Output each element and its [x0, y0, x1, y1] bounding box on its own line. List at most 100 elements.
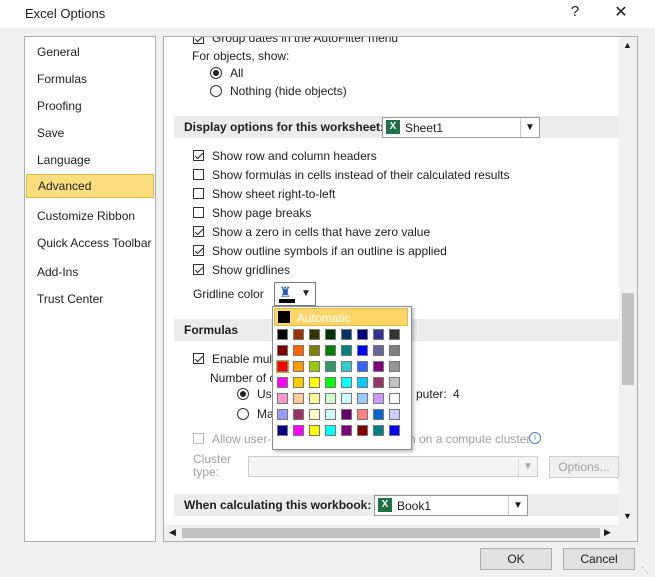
- show-zero-checkbox[interactable]: [193, 226, 204, 237]
- gridline-color-button[interactable]: ♜ ▼: [274, 282, 316, 306]
- color-swatch[interactable]: [277, 329, 288, 340]
- info-icon[interactable]: i: [529, 432, 541, 444]
- cluster-options-button[interactable]: Options...: [549, 456, 619, 478]
- resize-grip-icon[interactable]: ⋱: [641, 566, 649, 575]
- enable-multithread-checkbox[interactable]: [193, 353, 204, 364]
- color-swatch[interactable]: [357, 425, 368, 436]
- worksheet-select[interactable]: X Sheet1 ▼: [382, 117, 540, 138]
- help-button[interactable]: ?: [565, 3, 585, 23]
- vertical-scroll-thumb[interactable]: [622, 293, 634, 385]
- color-swatch[interactable]: [277, 377, 288, 388]
- color-swatch[interactable]: [389, 409, 400, 420]
- color-swatch[interactable]: [357, 361, 368, 372]
- color-swatch[interactable]: [341, 361, 352, 372]
- color-swatch[interactable]: [309, 393, 320, 404]
- color-swatch[interactable]: [357, 393, 368, 404]
- color-swatch[interactable]: [357, 345, 368, 356]
- group-dates-checkbox[interactable]: [193, 37, 204, 44]
- show-rtl-checkbox[interactable]: [193, 188, 204, 199]
- color-swatch[interactable]: [389, 345, 400, 356]
- color-swatch[interactable]: [293, 329, 304, 340]
- color-swatch[interactable]: [341, 409, 352, 420]
- objects-all-radio[interactable]: [210, 67, 222, 79]
- cancel-button[interactable]: Cancel: [563, 548, 635, 570]
- color-swatch[interactable]: [341, 377, 352, 388]
- sidebar-item-advanced[interactable]: Advanced: [26, 174, 154, 198]
- color-swatch[interactable]: [325, 361, 336, 372]
- sidebar-item-general[interactable]: General: [26, 40, 154, 64]
- horizontal-scrollbar[interactable]: ◀ ▶: [164, 525, 637, 541]
- color-swatch[interactable]: [373, 361, 384, 372]
- color-swatch[interactable]: [357, 409, 368, 420]
- color-swatch[interactable]: [325, 345, 336, 356]
- color-swatch[interactable]: [276, 360, 289, 373]
- manual-threads-radio[interactable]: [237, 408, 249, 420]
- color-swatch[interactable]: [277, 345, 288, 356]
- color-swatch[interactable]: [373, 425, 384, 436]
- sidebar-item-customize-ribbon[interactable]: Customize Ribbon: [26, 204, 154, 228]
- vertical-scrollbar[interactable]: ▲ ▼: [619, 37, 637, 525]
- color-swatch[interactable]: [341, 329, 352, 340]
- color-swatch[interactable]: [373, 393, 384, 404]
- show-gridlines-checkbox[interactable]: [193, 264, 204, 275]
- color-swatch[interactable]: [389, 425, 400, 436]
- use-all-processors-radio[interactable]: [237, 388, 249, 400]
- cluster-type-select[interactable]: ▼: [248, 456, 538, 477]
- color-swatch[interactable]: [309, 329, 320, 340]
- color-swatch[interactable]: [309, 345, 320, 356]
- scroll-up-icon[interactable]: ▲: [623, 40, 632, 50]
- color-swatch[interactable]: [309, 377, 320, 388]
- sidebar-item-language[interactable]: Language: [26, 148, 154, 172]
- color-swatch[interactable]: [293, 393, 304, 404]
- objects-nothing-radio[interactable]: [210, 85, 222, 97]
- color-swatch[interactable]: [341, 425, 352, 436]
- sidebar-item-quick-access-toolbar[interactable]: Quick Access Toolbar: [26, 231, 154, 255]
- color-swatch[interactable]: [293, 425, 304, 436]
- sidebar-item-formulas[interactable]: Formulas: [26, 67, 154, 91]
- color-swatch[interactable]: [293, 345, 304, 356]
- show-outline-checkbox[interactable]: [193, 245, 204, 256]
- show-page-breaks-checkbox[interactable]: [193, 207, 204, 218]
- color-swatch[interactable]: [389, 393, 400, 404]
- color-swatch[interactable]: [277, 393, 288, 404]
- color-swatch[interactable]: [293, 361, 304, 372]
- scroll-right-icon[interactable]: ▶: [604, 527, 611, 538]
- color-swatch[interactable]: [325, 377, 336, 388]
- color-swatch[interactable]: [309, 409, 320, 420]
- color-swatch[interactable]: [389, 329, 400, 340]
- allow-user-cluster-checkbox[interactable]: [193, 433, 204, 444]
- color-swatch[interactable]: [373, 377, 384, 388]
- color-swatch[interactable]: [309, 425, 320, 436]
- color-swatch[interactable]: [309, 361, 320, 372]
- sidebar-item-add-ins[interactable]: Add-Ins: [26, 260, 154, 284]
- color-swatch[interactable]: [325, 393, 336, 404]
- color-swatch[interactable]: [357, 377, 368, 388]
- scroll-down-icon[interactable]: ▼: [623, 511, 632, 521]
- color-swatch[interactable]: [325, 329, 336, 340]
- color-swatch[interactable]: [293, 409, 304, 420]
- workbook-select[interactable]: X Book1 ▼: [374, 495, 528, 516]
- color-swatch[interactable]: [389, 361, 400, 372]
- ok-button[interactable]: OK: [480, 548, 552, 570]
- color-swatch[interactable]: [373, 345, 384, 356]
- show-formulas-checkbox[interactable]: [193, 169, 204, 180]
- color-swatch[interactable]: [341, 345, 352, 356]
- scroll-left-icon[interactable]: ◀: [169, 527, 176, 538]
- color-swatch[interactable]: [373, 329, 384, 340]
- color-swatch[interactable]: [277, 409, 288, 420]
- color-swatch[interactable]: [293, 377, 304, 388]
- sidebar-item-save[interactable]: Save: [26, 121, 154, 145]
- color-swatch[interactable]: [373, 409, 384, 420]
- color-swatch[interactable]: [341, 393, 352, 404]
- sidebar-item-proofing[interactable]: Proofing: [26, 94, 154, 118]
- close-button[interactable]: ✕: [606, 2, 636, 24]
- color-swatch[interactable]: [277, 425, 288, 436]
- horizontal-scroll-thumb[interactable]: [182, 528, 600, 538]
- sidebar-item-trust-center[interactable]: Trust Center: [26, 287, 154, 311]
- color-swatch[interactable]: [325, 409, 336, 420]
- color-swatch[interactable]: [357, 329, 368, 340]
- color-swatch[interactable]: [325, 425, 336, 436]
- automatic-color-option[interactable]: Automatic: [274, 308, 408, 326]
- color-swatch[interactable]: [389, 377, 400, 388]
- show-headers-checkbox[interactable]: [193, 150, 204, 161]
